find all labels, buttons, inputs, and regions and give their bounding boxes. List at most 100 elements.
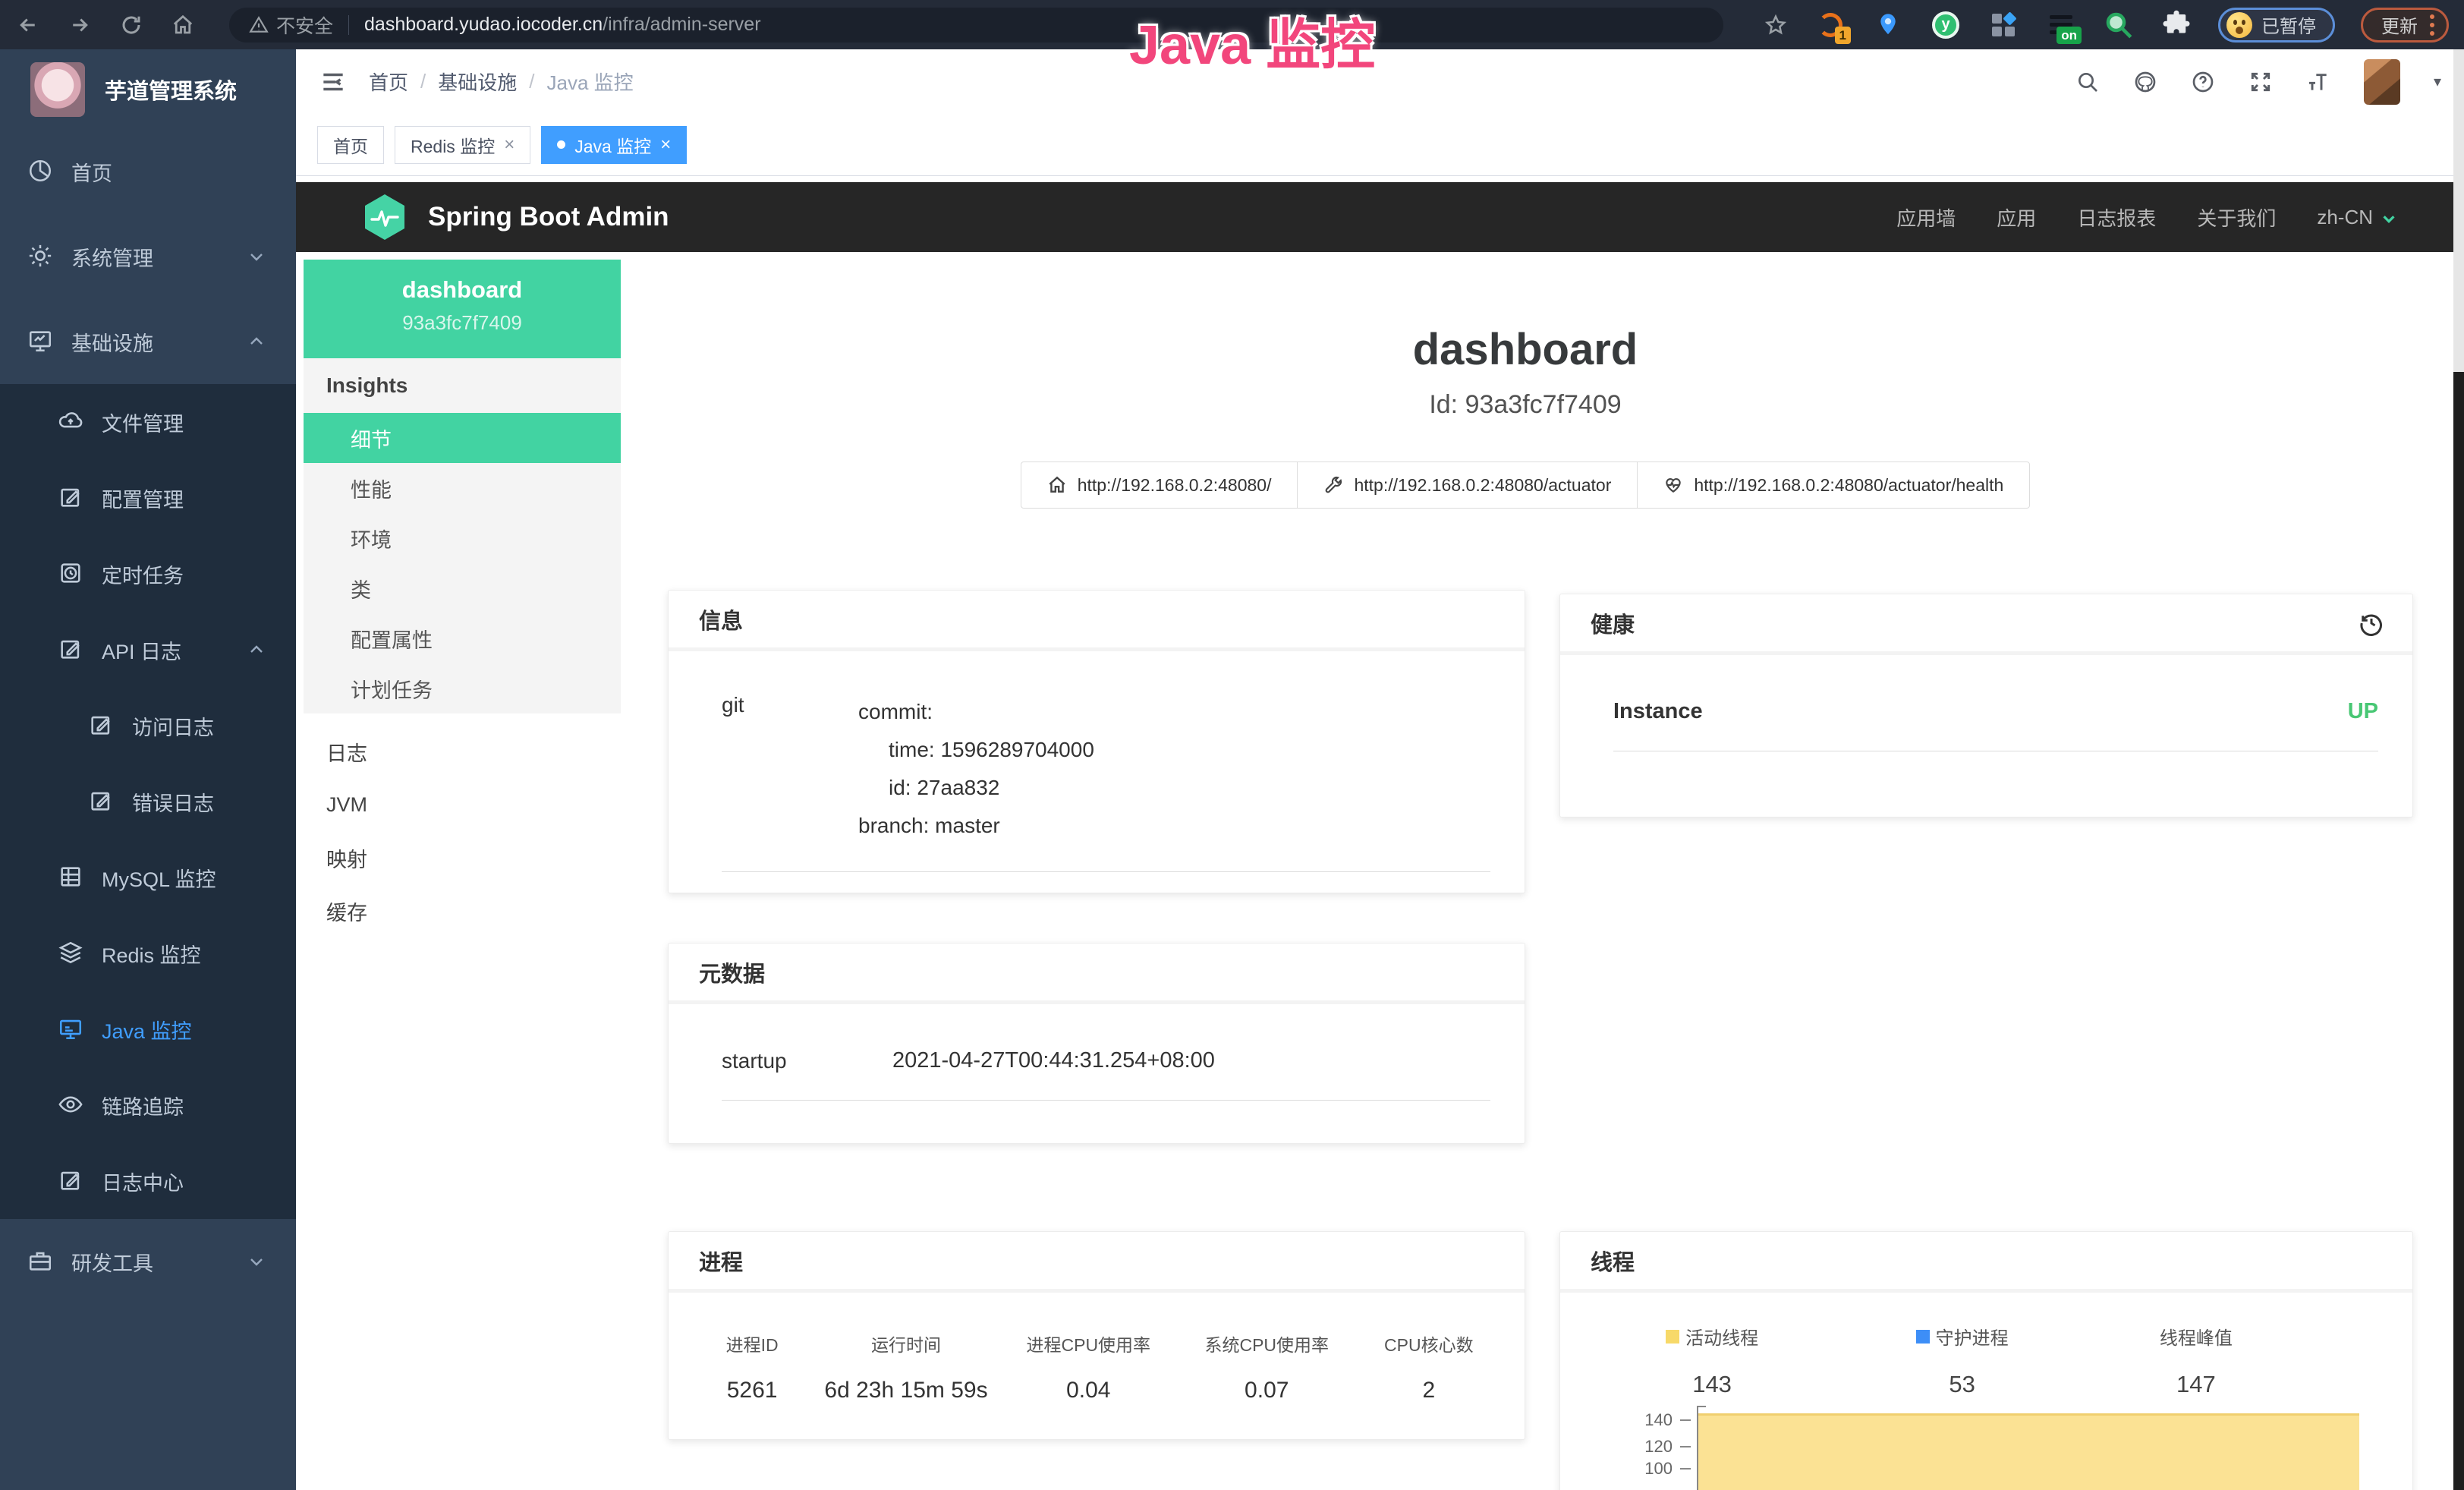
health-card-title: 健康: [1591, 607, 1635, 639]
actuator-url-button[interactable]: http://192.168.0.2:48080/actuator: [1297, 461, 1638, 509]
git-time-line: time: 1596289704000: [858, 731, 1094, 769]
sidebar-item-file-management[interactable]: 文件管理: [0, 384, 296, 460]
url-text[interactable]: dashboard.yudao.iocoder.cn/infra/admin-s…: [364, 14, 761, 36]
update-label: 更新: [2381, 11, 2418, 38]
sidebar-item-error-logs[interactable]: 错误日志: [0, 764, 296, 840]
sba-nav-scheduled-tasks[interactable]: 计划任务: [304, 663, 621, 713]
sba-brand-title[interactable]: Spring Boot Admin: [428, 202, 669, 232]
profile-paused-chip[interactable]: 已暂停: [2218, 8, 2335, 43]
tab-java-monitor[interactable]: Java 监控 ×: [541, 126, 687, 164]
monitor-icon: [27, 328, 55, 355]
chrome-update-button[interactable]: 更新: [2361, 8, 2449, 43]
bookmark-star-icon[interactable]: [1763, 12, 1789, 38]
breadcrumb-infrastructure[interactable]: 基础设施: [438, 68, 517, 96]
sba-nav-config-props[interactable]: 配置属性: [304, 613, 621, 663]
sidebar-item-mysql-monitor[interactable]: MySQL 监控: [0, 840, 296, 915]
threads-body: 活动线程 143 守护进程 53 线程峰值 147: [1560, 1293, 2412, 1490]
sidebar-item-access-logs[interactable]: 访问日志: [0, 688, 296, 764]
sidebar-item-dev-tools[interactable]: 研发工具: [0, 1219, 296, 1304]
extension-switch-icon[interactable]: on: [2045, 9, 2077, 41]
home-icon[interactable]: [170, 12, 196, 38]
extension-y-icon[interactable]: y: [1930, 9, 1962, 41]
sba-nav-metrics[interactable]: 性能: [304, 463, 621, 513]
sidebar-item-java-monitor[interactable]: Java 监控: [0, 991, 296, 1067]
extension-seo-icon[interactable]: [2103, 9, 2135, 41]
sidebar-collapse-icon[interactable]: [319, 68, 348, 96]
sba-locale-select[interactable]: zh-CN: [2317, 206, 2397, 229]
tab-redis-monitor[interactable]: Redis 监控 ×: [395, 126, 530, 164]
close-icon[interactable]: ×: [504, 134, 515, 156]
info-key: git: [722, 693, 858, 845]
system-cpu: 0.07: [1178, 1378, 1356, 1403]
extension-sync-icon[interactable]: 1: [1814, 9, 1846, 41]
sidebar-item-config-management[interactable]: 配置管理: [0, 460, 296, 536]
sba-instance-header[interactable]: dashboard 93a3fc7f7409: [304, 260, 621, 358]
sba-nav-applications-wall[interactable]: 应用墙: [1896, 203, 1956, 232]
sidebar-item-home[interactable]: 首页: [0, 129, 296, 214]
health-url-button[interactable]: http://192.168.0.2:48080/actuator/health: [1637, 461, 2030, 509]
locale-label: zh-CN: [2317, 206, 2373, 229]
address-bar[interactable]: 不安全 dashboard.yudao.iocoder.cn/infra/adm…: [229, 8, 1723, 43]
chevron-up-icon: [247, 332, 266, 351]
sidebar-item-system-management[interactable]: 系统管理: [0, 214, 296, 299]
cloud-upload-icon: [58, 408, 85, 436]
user-avatar[interactable]: [2364, 59, 2400, 105]
breadcrumb-home[interactable]: 首页: [369, 68, 408, 96]
reload-icon[interactable]: [118, 12, 144, 38]
github-icon[interactable]: [2133, 70, 2157, 94]
back-icon[interactable]: [15, 12, 41, 38]
home-icon: [1047, 475, 1067, 495]
heartbeat-icon: [1663, 475, 1683, 495]
sba-nav-mappings[interactable]: 映射: [304, 831, 621, 884]
close-icon[interactable]: ×: [660, 134, 671, 156]
process-col-header: 系统CPU使用率: [1178, 1331, 1356, 1356]
metadata-key: startup: [722, 1049, 892, 1073]
help-icon[interactable]: [2191, 70, 2215, 94]
sba-nav-environment[interactable]: 环境: [304, 513, 621, 563]
sidebar-item-log-center[interactable]: 日志中心: [0, 1143, 296, 1219]
sba-nav-jvm[interactable]: JVM: [304, 778, 621, 831]
font-size-icon[interactable]: [2306, 70, 2330, 94]
browser-scrollbar[interactable]: [2453, 49, 2464, 1490]
sba-nav-classes[interactable]: 类: [304, 563, 621, 613]
browser-menu-icon[interactable]: [2430, 14, 2434, 36]
history-icon[interactable]: [2358, 610, 2385, 637]
health-instance-row: Instance UP: [1613, 655, 2378, 751]
not-secure-warning[interactable]: 不安全: [249, 11, 333, 39]
extension-pin-icon[interactable]: [1872, 9, 1904, 41]
sidebar-item-label: Java 监控: [102, 1015, 192, 1044]
tab-home[interactable]: 首页: [317, 126, 384, 164]
user-menu-caret-icon[interactable]: ▾: [2434, 72, 2441, 91]
sidebar-item-infrastructure[interactable]: 基础设施: [0, 299, 296, 384]
breadcrumb: 首页 / 基础设施 / Java 监控: [369, 68, 634, 96]
active-tab-dot: [557, 140, 565, 149]
sidebar-item-trace[interactable]: 链路追踪: [0, 1067, 296, 1143]
sba-nav-applications[interactable]: 应用: [1997, 203, 2036, 232]
sidebar-item-label: 定时任务: [102, 559, 184, 589]
page-instance-id: Id: 93a3fc7f7409: [634, 390, 2417, 420]
sidebar-item-redis-monitor[interactable]: Redis 监控: [0, 915, 296, 991]
health-instance-label: Instance: [1613, 699, 1703, 724]
y-axis-tick-label: 140: [1583, 1410, 1673, 1430]
sba-nav-logs[interactable]: 日志: [304, 725, 621, 778]
forward-icon[interactable]: [67, 12, 93, 38]
sba-nav-details[interactable]: 细节: [304, 413, 621, 463]
spring-boot-admin-logo-icon[interactable]: [363, 194, 407, 241]
sidebar-item-label: 链路追踪: [102, 1091, 184, 1120]
extensions-puzzle-icon[interactable]: [2160, 9, 2192, 41]
sidebar-item-scheduled-tasks[interactable]: 定时任务: [0, 536, 296, 612]
fullscreen-icon[interactable]: [2248, 70, 2273, 94]
search-icon[interactable]: [2075, 70, 2100, 94]
process-card: 进程 进程ID5261 运行时间6d 23h 15m 59s 进程CPU使用率0…: [668, 1231, 1525, 1440]
insights-group: Insights 细节 性能 环境 类 配置属性 计划任务: [304, 358, 621, 713]
service-url-button[interactable]: http://192.168.0.2:48080/: [1021, 461, 1298, 509]
scrollbar-thumb[interactable]: [2453, 49, 2464, 372]
app-logo-row[interactable]: 芋道管理系统: [0, 49, 296, 129]
sba-nav-journal[interactable]: 日志报表: [2077, 203, 2156, 232]
info-value: commit: time: 1596289704000 id: 27aa832 …: [858, 693, 1094, 845]
breadcrumb-separator: /: [420, 70, 426, 93]
extension-grid-icon[interactable]: [1987, 9, 2019, 41]
sidebar-item-api-logs[interactable]: API 日志: [0, 612, 296, 688]
sba-nav-caches[interactable]: 缓存: [304, 884, 621, 937]
sba-nav-about[interactable]: 关于我们: [2197, 203, 2276, 232]
